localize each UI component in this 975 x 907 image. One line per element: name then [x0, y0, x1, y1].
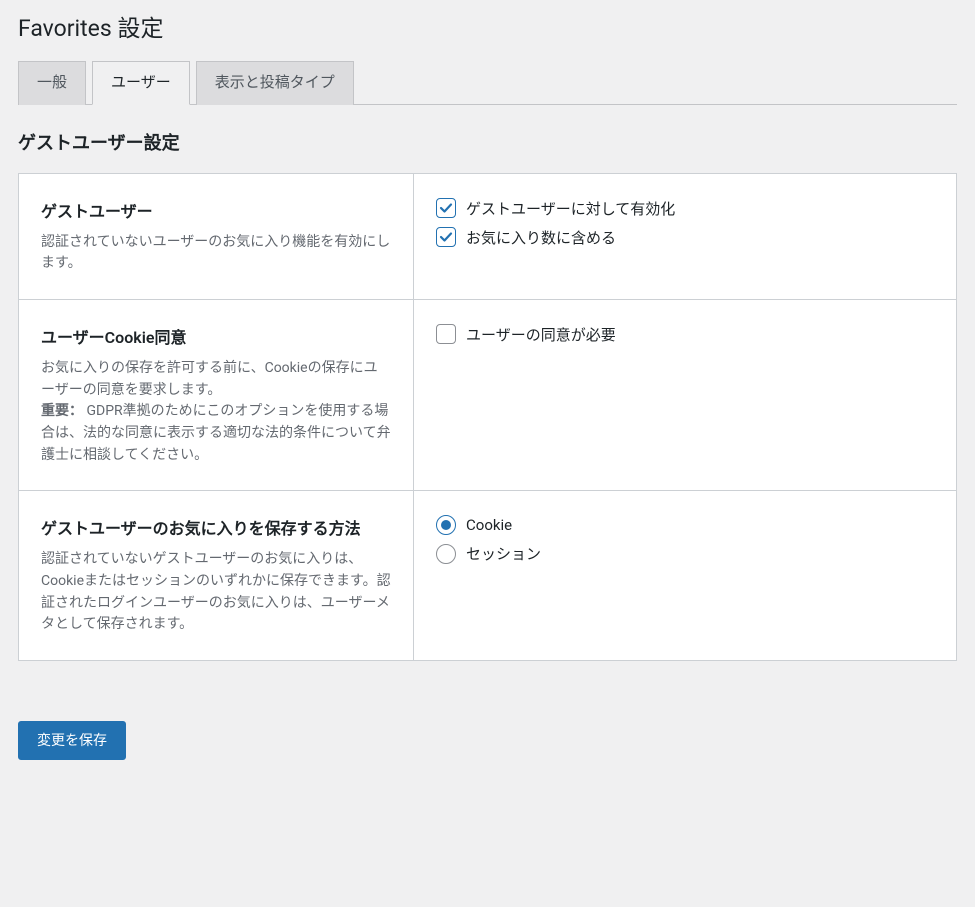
radio-session[interactable]: セッション — [436, 543, 934, 564]
tab-display-post-types[interactable]: 表示と投稿タイプ — [196, 61, 354, 105]
radio-session-label: セッション — [466, 543, 541, 564]
section-title: ゲストユーザー設定 — [18, 129, 957, 155]
checkbox-include-count[interactable]: お気に入り数に含める — [436, 227, 934, 248]
checkbox-require-consent-label: ユーザーの同意が必要 — [466, 324, 616, 345]
save-button[interactable]: 変更を保存 — [18, 721, 126, 760]
checkmark-icon — [436, 227, 456, 247]
tab-general[interactable]: 一般 — [18, 61, 86, 105]
checkbox-empty-icon — [436, 324, 456, 344]
settings-table: ゲストユーザー 認証されていないユーザーのお気に入り機能を有効にします。 ゲスト… — [18, 173, 957, 662]
row-cookie-consent-title: ユーザーCookie同意 — [41, 324, 391, 348]
row-cookie-consent-desc: お気に入りの保存を許可する前に、Cookieの保存にユーザーの同意を要求します。… — [41, 358, 391, 466]
row-save-method-title: ゲストユーザーのお気に入りを保存する方法 — [41, 515, 391, 539]
row-guest-user-desc: 認証されていないユーザーのお気に入り機能を有効にします。 — [41, 232, 391, 275]
settings-tabs: 一般 ユーザー 表示と投稿タイプ — [18, 61, 957, 105]
tab-users[interactable]: ユーザー — [92, 61, 190, 105]
radio-empty-icon — [436, 544, 456, 564]
row-guest-user-controls: ゲストユーザーに対して有効化 お気に入り数に含める — [414, 174, 956, 299]
row-cookie-consent-controls: ユーザーの同意が必要 — [414, 300, 956, 490]
row-save-method-desc: 認証されていないゲストユーザーのお気に入りは、Cookieまたはセッションのいず… — [41, 549, 391, 636]
checkbox-require-consent[interactable]: ユーザーの同意が必要 — [436, 324, 934, 345]
row-cookie-consent: ユーザーCookie同意 お気に入りの保存を許可する前に、Cookieの保存にユ… — [18, 300, 957, 491]
row-guest-user-title: ゲストユーザー — [41, 198, 391, 222]
radio-cookie-label: Cookie — [466, 516, 512, 534]
row-guest-user-label: ゲストユーザー 認証されていないユーザーのお気に入り機能を有効にします。 — [19, 174, 414, 299]
checkmark-icon — [436, 198, 456, 218]
checkbox-include-count-label: お気に入り数に含める — [466, 227, 616, 248]
radio-selected-icon — [436, 515, 456, 535]
row-save-method: ゲストユーザーのお気に入りを保存する方法 認証されていないゲストユーザーのお気に… — [18, 491, 957, 661]
row-save-method-label: ゲストユーザーのお気に入りを保存する方法 認証されていないゲストユーザーのお気に… — [19, 491, 414, 660]
page-title: Favorites 設定 — [18, 0, 957, 47]
row-cookie-consent-label: ユーザーCookie同意 お気に入りの保存を許可する前に、Cookieの保存にユ… — [19, 300, 414, 490]
radio-cookie[interactable]: Cookie — [436, 515, 934, 535]
submit-area: 変更を保存 — [18, 721, 957, 760]
checkbox-enable-guest[interactable]: ゲストユーザーに対して有効化 — [436, 198, 934, 219]
checkbox-enable-guest-label: ゲストユーザーに対して有効化 — [466, 198, 675, 219]
row-guest-user: ゲストユーザー 認証されていないユーザーのお気に入り機能を有効にします。 ゲスト… — [18, 173, 957, 300]
row-save-method-controls: Cookie セッション — [414, 491, 956, 660]
